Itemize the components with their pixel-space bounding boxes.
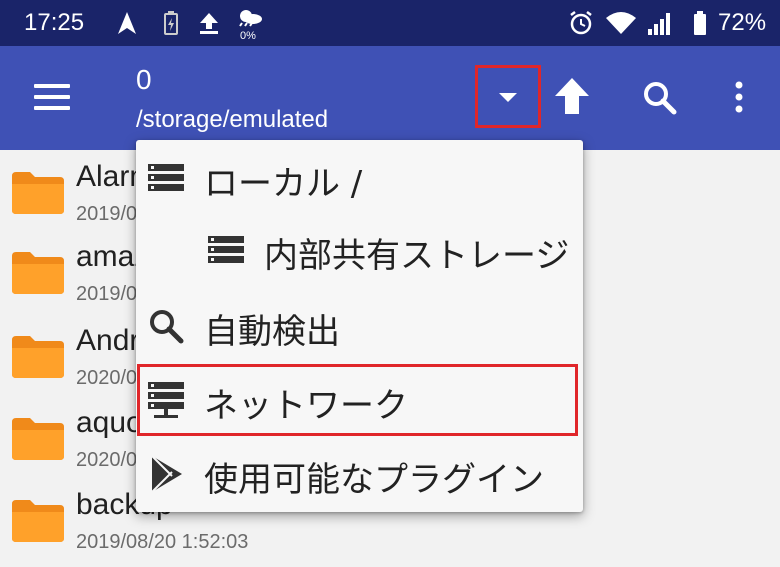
storage-icon — [148, 164, 184, 191]
popup-item-label: 自動検出 — [204, 312, 340, 352]
dropdown-arrow-icon — [499, 93, 517, 102]
app-toolbar: 0 /storage/emulated — [0, 46, 780, 150]
toolbar-path: /storage/emulated — [136, 106, 329, 133]
play-store-icon — [151, 455, 182, 493]
popup-item-label: 使用可能なプラグイン — [204, 460, 544, 500]
navigation-icon — [118, 12, 136, 34]
location-dropdown-button[interactable] — [475, 65, 541, 128]
search-icon — [150, 310, 184, 344]
status-time: 17:25 — [24, 9, 85, 36]
alarm-icon — [570, 11, 592, 35]
up-arrow-icon[interactable] — [552, 74, 592, 118]
upload-icon — [200, 13, 218, 34]
battery-charging-icon — [164, 11, 178, 35]
network-highlight-box — [137, 364, 578, 436]
more-options-icon[interactable] — [724, 78, 754, 118]
hamburger-icon — [34, 84, 70, 88]
battery-percent: 72% — [718, 9, 767, 36]
popup-item-internal-storage[interactable]: 内部共有ストレージ — [136, 214, 583, 286]
file-date: 2019/08/20 1:52:03 — [76, 531, 249, 553]
svg-text:+: + — [628, 16, 633, 25]
popup-item-label: 内部共有ストレージ — [264, 236, 570, 276]
popup-item-label: ローカル / — [204, 164, 363, 204]
popup-item-plugins[interactable]: 使用可能なプラグイン — [136, 438, 583, 510]
folder-icon — [12, 336, 64, 378]
battery-icon — [694, 11, 706, 35]
weather-icon: 0% — [239, 10, 262, 40]
wifi-icon: + — [606, 12, 636, 34]
popup-item-local[interactable]: ローカル / — [136, 142, 583, 214]
folder-icon — [12, 172, 64, 214]
storage-icon — [208, 236, 244, 263]
folder-icon — [12, 418, 64, 460]
toolbar-title: 0 — [136, 64, 152, 95]
folder-icon — [12, 252, 64, 294]
svg-text:0%: 0% — [240, 30, 256, 40]
search-icon[interactable] — [640, 78, 680, 118]
popup-item-auto-detect[interactable]: 自動検出 — [136, 290, 583, 362]
folder-icon — [12, 500, 64, 542]
status-bar: 17:25 0% + 72% — [0, 0, 780, 46]
location-popup-menu: ローカル / 内部共有ストレージ 自動検出 ネットワーク 使用可能なプラグイン — [136, 140, 583, 512]
menu-button[interactable] — [28, 76, 78, 120]
signal-icon — [648, 13, 670, 35]
